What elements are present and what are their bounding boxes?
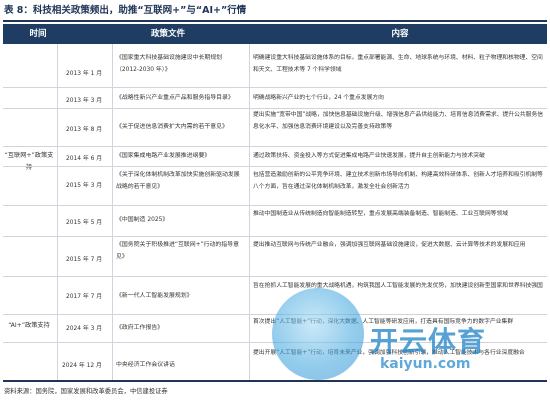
watermark-url: kaiyun.com bbox=[380, 356, 471, 372]
row-doc: 《国家重大科技基础设施建设中长期规划（2012-2030 年）》 bbox=[116, 55, 223, 73]
row-date: 2015 年 5 月 bbox=[66, 220, 103, 226]
group-divider bbox=[3, 276, 547, 277]
row-date: 2015 年 7 月 bbox=[66, 257, 103, 263]
row-divider bbox=[3, 236, 547, 237]
watermark-logo-icon bbox=[272, 288, 364, 380]
header-time: 时间 bbox=[29, 29, 47, 39]
row-divider bbox=[3, 166, 547, 167]
row-doc: 《国家集成电路产业发展推进纲要》 bbox=[116, 153, 211, 159]
row-divider bbox=[3, 108, 547, 109]
row-doc: 《战略性新兴产业重点产品和服务指导目录》 bbox=[116, 95, 234, 101]
row-content: 旨在抢抓人工智能发展的重大战略机遇，构筑我国人工智能发展的先发优势，加快建设创新… bbox=[253, 283, 543, 289]
table-header: 时间 政策文件 内容 bbox=[3, 24, 547, 44]
group-label-ai-plus: “AI+”政策支持 bbox=[8, 322, 50, 329]
row-doc: 《中国制造 2025》 bbox=[116, 217, 169, 223]
row-content: 明确战略新兴产业的七个行业，24 个重点发展方向 bbox=[253, 95, 384, 101]
row-doc: 《关于促进信息消费扩大内需的若干意见》 bbox=[116, 124, 228, 130]
row-doc: 《新一代人工智能发展规划》 bbox=[116, 293, 193, 299]
table-title: 表 8：科技相关政策频出，助推“互联网+”与“AI+”行情 bbox=[4, 5, 247, 16]
source-note: 资料来源：国务院，国家发展和改革委员会，中信建投证券 bbox=[4, 388, 168, 395]
row-date: 2013 年 1 月 bbox=[66, 71, 103, 77]
row-date: 2015 年 3 月 bbox=[66, 183, 103, 189]
row-content: 包括营造激励创新的公平竞争环境、建立技术创新市场导向机制、构建高效科研体系、创新… bbox=[253, 172, 543, 190]
row-content: 提出实施“宽带中国”战略，加快信息基础设施升级、增强信息产品供给能力、培育信息消… bbox=[253, 112, 544, 130]
title-rule bbox=[3, 20, 547, 22]
row-content: 明确建设重大科技基础设施体系的目标，重点部署能源、生命、地球系统与环境、材料、粒… bbox=[253, 55, 543, 73]
row-date: 2017 年 7 月 bbox=[66, 294, 103, 300]
group-label-internet-plus: “互联网+”政策支持 bbox=[4, 152, 54, 171]
row-doc: 《关于深化体制机制改革加快实施创新驱动发展战略的若干意见》 bbox=[116, 172, 240, 190]
row-divider bbox=[3, 146, 547, 147]
row-content: 提出推动互联网与传统产业融合，强调加强互联网基础设施建设，促进大数据、云计算等技… bbox=[253, 242, 526, 248]
row-doc: 《政府工作报告》 bbox=[116, 325, 164, 331]
row-divider bbox=[3, 205, 547, 206]
column-divider bbox=[249, 44, 250, 380]
row-date: 2014 年 6 月 bbox=[66, 156, 103, 162]
header-content: 内容 bbox=[391, 29, 409, 39]
table-bottom-rule bbox=[3, 380, 547, 382]
header-doc: 政策文件 bbox=[150, 29, 185, 39]
row-doc: 《国务院关于积极推进“互联网+”行动的指导意见》 bbox=[116, 242, 239, 260]
column-divider bbox=[57, 44, 58, 380]
row-date: 2024 年 12 月 bbox=[62, 363, 102, 369]
row-date: 2024 年 3 月 bbox=[66, 326, 103, 332]
column-divider bbox=[112, 44, 113, 380]
row-divider bbox=[3, 87, 547, 88]
row-content: 推动中国制造业从传统制造向智能制造转型，重点发展高端装备制造、智能制造、工业互联… bbox=[253, 211, 509, 217]
row-doc: 中央经济工作会议讲话 bbox=[116, 362, 175, 368]
row-date: 2013 年 8 月 bbox=[66, 127, 103, 133]
row-date: 2013 年 3 月 bbox=[66, 98, 103, 104]
watermark-brand: 开云体育 bbox=[370, 325, 487, 358]
row-content: 通过政策扶持、资金投入等方式促进集成电路产业快速发展，提升自主创新能力与技术突破 bbox=[253, 153, 485, 159]
